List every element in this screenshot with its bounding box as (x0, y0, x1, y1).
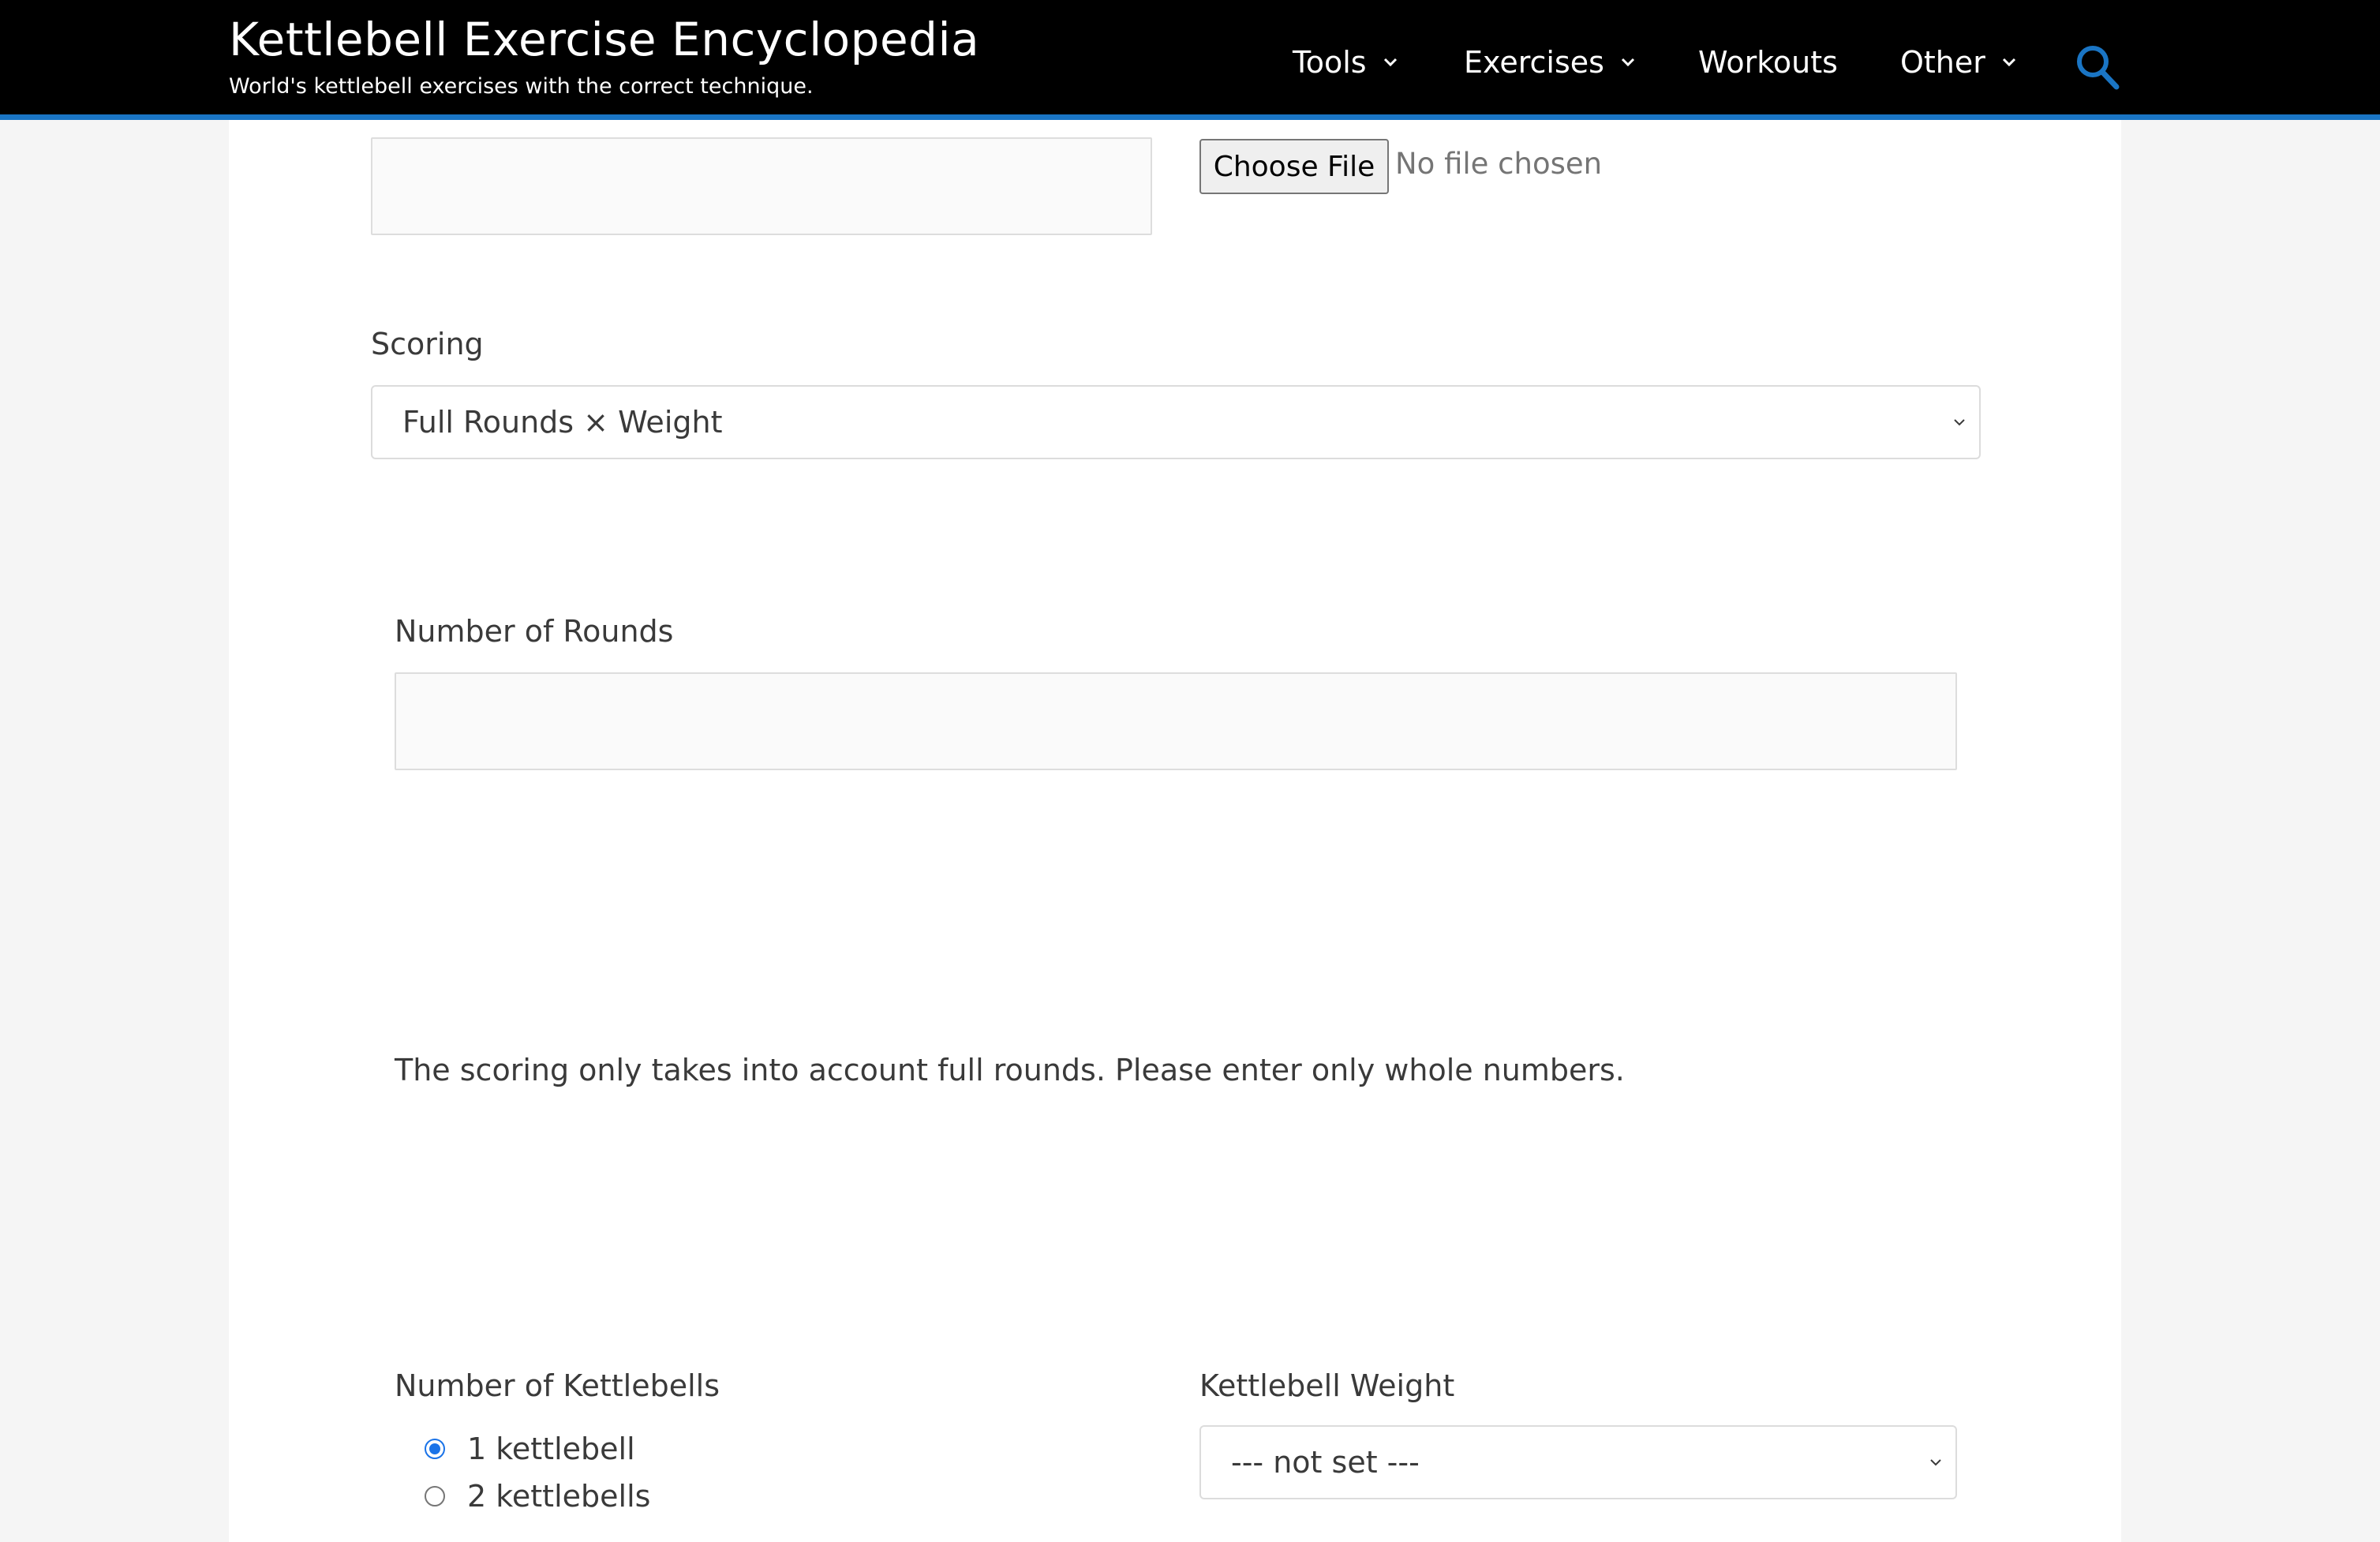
chevron-down-icon (1954, 419, 1965, 426)
nav-item-label: Tools (1293, 45, 1367, 80)
radio-option-2-kettlebells[interactable]: 2 kettlebells (425, 1479, 650, 1514)
nav-item-label: Exercises (1464, 45, 1604, 80)
choose-file-button[interactable]: Choose File (1199, 139, 1389, 194)
nav-item-tools[interactable]: Tools (1293, 43, 1400, 82)
radio-button[interactable] (425, 1439, 445, 1459)
kettlebell-count-label: Number of Kettlebells (395, 1368, 720, 1403)
content-panel (229, 120, 2121, 1542)
nav-item-label: Workouts (1698, 45, 1838, 80)
radio-option-1-kettlebell[interactable]: 1 kettlebell (425, 1432, 635, 1466)
radio-label: 1 kettlebell (467, 1432, 635, 1466)
nav-item-workouts[interactable]: Workouts (1698, 43, 1838, 82)
nav-item-label: Other (1900, 45, 1985, 80)
chevron-down-icon (1930, 1459, 1941, 1466)
kettlebell-weight-select[interactable]: --- not set --- (1199, 1425, 1957, 1499)
scoring-selected-value: Full Rounds × Weight (402, 405, 723, 440)
search-icon[interactable] (2074, 43, 2121, 92)
chevron-down-icon (1383, 58, 1397, 67)
site-title[interactable]: Kettlebell Exercise Encyclopedia (229, 13, 979, 66)
radio-label: 2 kettlebells (467, 1479, 651, 1514)
nav-item-exercises[interactable]: Exercises (1464, 43, 1637, 82)
nav-item-other[interactable]: Other (1900, 43, 2019, 82)
site-tagline: World's kettlebell exercises with the co… (229, 74, 814, 99)
scoring-label: Scoring (371, 327, 484, 361)
top-text-input[interactable] (371, 137, 1152, 235)
rounds-label: Number of Rounds (395, 614, 674, 649)
kettlebell-weight-label: Kettlebell Weight (1199, 1368, 1455, 1403)
chevron-down-icon (2002, 58, 2015, 67)
kettlebell-weight-selected-value: --- not set --- (1231, 1445, 1420, 1480)
rounds-input[interactable] (395, 672, 1957, 770)
scoring-select[interactable]: Full Rounds × Weight (371, 385, 1981, 459)
scoring-note: The scoring only takes into account full… (395, 1053, 1625, 1087)
file-status: No file chosen (1395, 147, 1603, 181)
radio-button[interactable] (425, 1486, 445, 1506)
site-header: Kettlebell Exercise Encyclopedia World's… (0, 0, 2380, 120)
chevron-down-icon (1621, 58, 1634, 67)
